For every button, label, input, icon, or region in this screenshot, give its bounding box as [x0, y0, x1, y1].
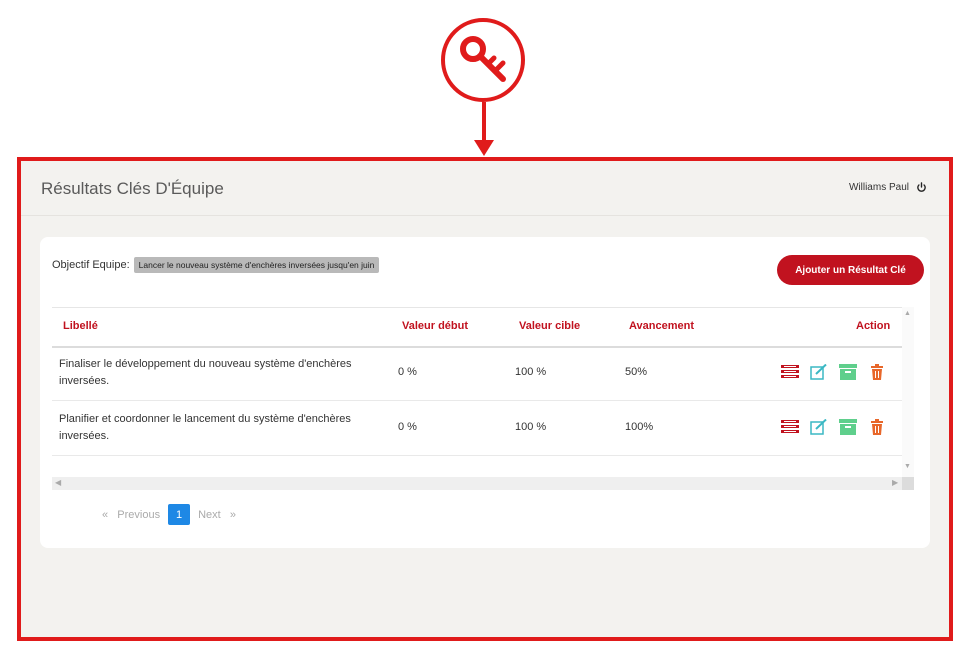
previous-label: Previous	[117, 508, 161, 521]
user-menu[interactable]: Williams Paul	[849, 182, 927, 193]
row-label: Planifier et coordonner le lancement du …	[59, 413, 351, 442]
column-header-progress[interactable]: Avancement	[629, 320, 694, 332]
trash-icon[interactable]	[868, 419, 886, 435]
pagination-previous[interactable]: « Previous	[94, 509, 168, 521]
row-label: Finaliser le développement du nouveau sy…	[59, 358, 352, 387]
archive-icon[interactable]	[839, 364, 857, 380]
objective: Objectif Equipe: Lancer le nouveau systè…	[52, 257, 380, 273]
edit-icon[interactable]	[810, 418, 828, 435]
pointer-arrow-head	[474, 140, 494, 156]
scroll-up-icon[interactable]: ▲	[904, 310, 911, 317]
list-icon[interactable]	[781, 419, 799, 435]
row-target-value: 100 %	[515, 421, 547, 433]
previous-glyph: «	[102, 508, 109, 521]
table-header: Libellé Valeur début Valeur cible Avance…	[52, 307, 902, 348]
key-results-card: Objectif Equipe: Lancer le nouveau systè…	[40, 237, 930, 548]
row-target-value: 100 %	[515, 366, 547, 378]
row-start-value: 0 %	[398, 421, 417, 433]
column-header-target-value[interactable]: Valeur cible	[519, 320, 580, 332]
key-results-table: Libellé Valeur début Valeur cible Avance…	[52, 307, 902, 477]
key-badge	[441, 18, 525, 102]
key-icon	[460, 36, 506, 82]
scrollbar-corner	[902, 477, 914, 490]
trash-icon[interactable]	[868, 364, 886, 380]
column-header-action: Action	[856, 320, 891, 332]
vertical-scrollbar[interactable]: ▲ ▼	[902, 307, 914, 489]
horizontal-scrollbar[interactable]: ◀ ▶	[52, 477, 902, 490]
column-header-label[interactable]: Libellé	[63, 320, 98, 332]
row-actions	[781, 363, 886, 380]
objective-badge: Lancer le nouveau système d'enchères inv…	[133, 257, 380, 273]
table-row: Finaliser le développement du nouveau sy…	[52, 346, 902, 401]
user-name: Williams Paul	[848, 182, 909, 193]
row-start-value: 0 %	[398, 366, 417, 378]
scroll-right-icon[interactable]: ▶	[892, 478, 898, 487]
next-glyph: »	[229, 508, 237, 521]
archive-icon[interactable]	[839, 419, 857, 435]
row-progress: 100%	[625, 421, 654, 433]
objective-label: Objectif Equipe:	[52, 259, 130, 271]
row-progress: 50%	[625, 366, 648, 378]
column-header-start-value[interactable]: Valeur début	[402, 320, 468, 332]
pagination-page-1[interactable]: 1	[168, 504, 191, 525]
table-row: Planifier et coordonner le lancement du …	[52, 401, 902, 456]
pagination: « Previous 1 Next »	[94, 504, 244, 525]
top-bar: Résultats Clés D'Équipe Williams Paul	[21, 161, 949, 216]
scroll-left-icon[interactable]: ◀	[55, 478, 61, 487]
page-title: Résultats Clés D'Équipe	[41, 179, 224, 198]
scroll-down-icon[interactable]: ▼	[904, 463, 911, 470]
pointer-arrow-line	[482, 102, 486, 144]
next-label: Next	[198, 508, 221, 521]
highlight-frame: Résultats Clés D'Équipe Williams Paul Ob…	[17, 157, 953, 641]
row-actions	[781, 418, 886, 435]
list-icon[interactable]	[781, 364, 799, 380]
pagination-next[interactable]: Next »	[190, 509, 244, 521]
add-key-result-button[interactable]: Ajouter un Résultat Clé	[777, 255, 924, 285]
power-icon[interactable]	[916, 182, 927, 193]
edit-icon[interactable]	[810, 363, 828, 380]
